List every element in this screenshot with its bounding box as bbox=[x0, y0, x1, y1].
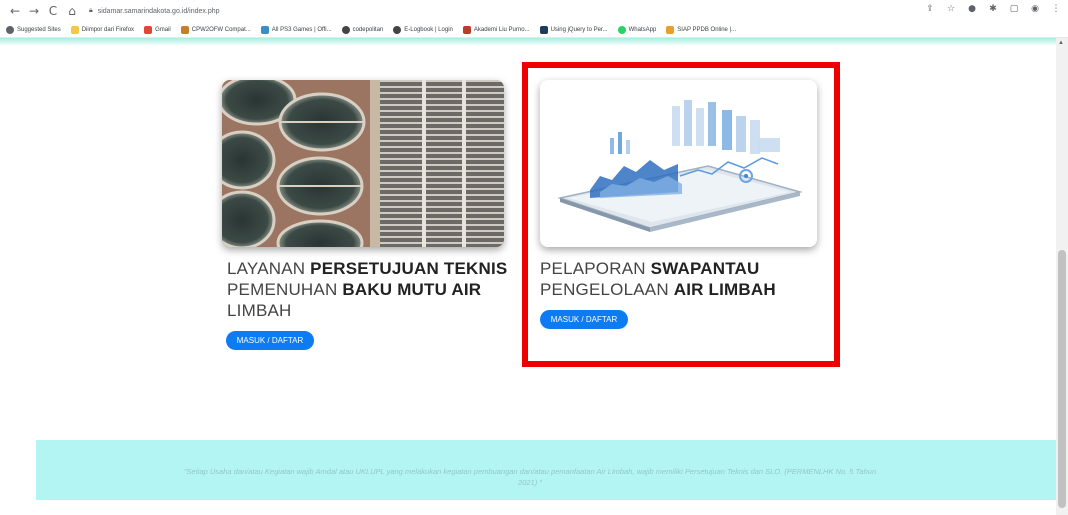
card-title: LAYANAN PERSETUJUAN TEKNIS PEMENUHAN BAK… bbox=[227, 259, 508, 320]
bookmark-item[interactable]: WhatsApp bbox=[617, 25, 656, 34]
reload-icon[interactable]: C bbox=[46, 4, 60, 18]
bookmark-0-icon bbox=[6, 25, 14, 34]
bookmark-8-icon bbox=[539, 25, 548, 34]
globe-icon bbox=[341, 25, 350, 34]
lock-icon: 🔒︎ bbox=[89, 7, 93, 14]
globe-icon bbox=[393, 25, 402, 34]
bookmark-item[interactable]: Akademi Liu Purno... bbox=[462, 25, 530, 34]
folder-icon bbox=[70, 25, 79, 34]
puzzle-icon[interactable]: ✱ bbox=[987, 4, 999, 14]
star-icon[interactable]: ☆ bbox=[945, 4, 957, 14]
back-arrow-icon[interactable]: ← bbox=[8, 4, 22, 18]
whatsapp-icon bbox=[617, 25, 626, 34]
bookmark-item[interactable]: Diimpor dari Firefox bbox=[70, 25, 134, 34]
bookmark-item[interactable]: Suggested Sites bbox=[6, 25, 61, 34]
browser-toolbar: ← → C ⌂ 🔒︎ sidamar.samarindakota.go.id/i… bbox=[0, 0, 1068, 22]
bookmark-3-icon bbox=[180, 25, 189, 34]
footer-quote: "Setiap Usaha dan/atau Kegiatan wajib Am… bbox=[183, 467, 877, 487]
url-text: sidamar.samarindakota.go.id/index.php bbox=[97, 7, 220, 15]
bookmark-4-icon bbox=[260, 25, 269, 34]
home-icon[interactable]: ⌂ bbox=[65, 4, 79, 18]
bookmark-7-icon bbox=[462, 25, 471, 34]
share-icon[interactable]: ⇪ bbox=[924, 4, 936, 14]
bookmark-item[interactable]: codepolitan bbox=[341, 25, 383, 34]
wastewater-plant-image bbox=[222, 80, 504, 247]
bookmark-10-icon bbox=[666, 25, 675, 34]
header-gradient bbox=[0, 38, 1056, 46]
bookmarks-bar: Suggested Sites Diimpor dari Firefox Gma… bbox=[0, 22, 1068, 38]
bookmark-item[interactable]: SIAP PPDB Online |... bbox=[666, 25, 736, 34]
forward-arrow-icon[interactable]: → bbox=[27, 4, 41, 18]
extension-icon[interactable]: ● bbox=[966, 4, 978, 14]
bookmark-item[interactable]: Gmail bbox=[144, 25, 171, 34]
sidebar-icon[interactable]: ▢ bbox=[1008, 4, 1020, 14]
scroll-up-arrow-icon[interactable]: ▲ bbox=[1058, 40, 1064, 46]
bookmark-item[interactable]: CPW2OFW Compat... bbox=[180, 25, 251, 34]
menu-kebab-icon[interactable]: ⋮ bbox=[1050, 4, 1062, 14]
scrollbar-thumb[interactable] bbox=[1058, 250, 1066, 508]
profile-avatar-icon[interactable]: ◉ bbox=[1029, 4, 1041, 14]
bookmark-item[interactable]: Using jQuery to Per... bbox=[539, 25, 608, 34]
bookmark-item[interactable]: All PS3 Games | Offi... bbox=[260, 25, 332, 34]
gmail-icon bbox=[144, 25, 153, 34]
bookmark-item[interactable]: E-Logbook | Login bbox=[393, 25, 453, 34]
address-bar[interactable]: 🔒︎ sidamar.samarindakota.go.id/index.php bbox=[89, 3, 909, 19]
masuk-daftar-button[interactable]: MASUK / DAFTAR bbox=[226, 331, 314, 350]
highlight-box bbox=[522, 62, 840, 367]
